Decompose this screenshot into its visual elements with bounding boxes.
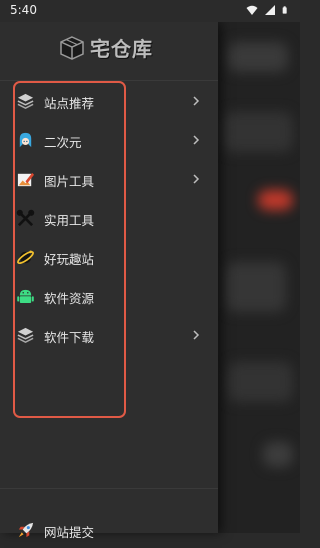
anime-girl-icon [19,132,32,148]
layers-icon [17,93,34,109]
app-logo: 宅仓库 [58,33,153,62]
chevron-right-icon [193,330,200,340]
chevron-right-icon [193,96,200,106]
box-logo-icon [60,35,84,60]
status-time: 5:40 [10,3,37,17]
status-icons [246,4,290,16]
android-icon [17,289,34,303]
menu-item-label: 实用工具 [44,213,95,228]
wifi-icon [246,5,258,15]
menu-item-label: 软件资源 [44,291,95,306]
bottom-divider [0,488,218,489]
status-bar: 5:40 [0,0,300,22]
menu-item-software-download[interactable]: 软件下载 [0,316,218,355]
logo-text: 宅仓库 [90,37,153,61]
tools-icon [16,209,35,227]
menu-item-label: 软件下载 [44,330,95,345]
menu-item-software-resources[interactable]: 软件资源 [0,277,218,316]
rocket-icon [18,522,34,538]
submit-label: 网站提交 [44,525,95,540]
menu-item-utility-tools[interactable]: 实用工具 [0,199,218,238]
background-content [218,22,300,533]
battery-icon [282,6,287,14]
menu-item-site-recommend[interactable]: 站点推荐 [0,82,218,121]
image-edit-icon [17,172,35,187]
submit-site-button[interactable]: 网站提交 [0,512,218,548]
chevron-right-icon [193,135,200,145]
layers-icon [17,327,34,343]
menu-item-fun-sites[interactable]: 好玩趣站 [0,238,218,277]
menu-item-label: 站点推荐 [44,96,95,111]
menu-item-label: 好玩趣站 [44,252,95,267]
chevron-right-icon [193,174,200,184]
menu-item-label: 图片工具 [44,174,95,189]
drawer-menu: 站点推荐 二次元 图片工具 实用工具 好玩趣站 软件资源 软件下载 [0,82,218,355]
menu-item-anime[interactable]: 二次元 [0,121,218,160]
menu-item-image-tools[interactable]: 图片工具 [0,160,218,199]
planet-icon [17,250,34,265]
signal-icon [265,5,275,15]
menu-item-label: 二次元 [44,135,82,150]
navigation-drawer: 宅仓库 站点推荐 二次元 图片工具 实用工具 好玩趣站 软件资源 软件下载 网站… [0,22,218,540]
drawer-divider [0,80,218,81]
